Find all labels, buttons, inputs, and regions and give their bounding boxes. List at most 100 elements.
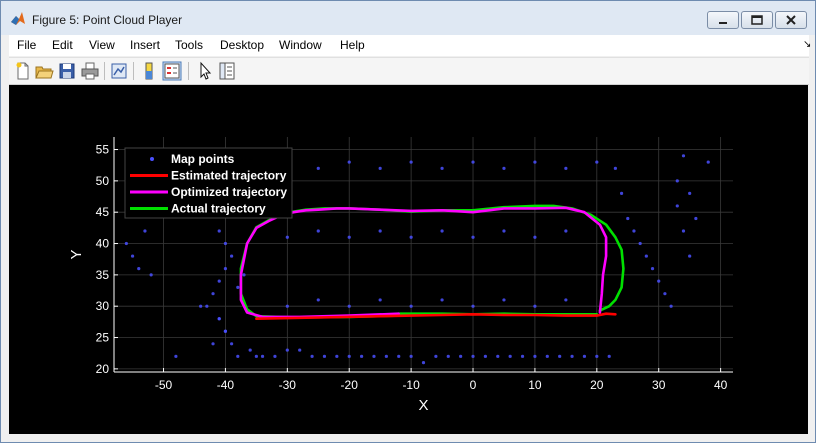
map-point (545, 354, 549, 358)
window-title: Figure 5: Point Cloud Player (32, 13, 183, 27)
maximize-icon (751, 15, 763, 25)
map-point (285, 348, 289, 352)
y-tick-label: 45 (96, 205, 110, 219)
legend[interactable]: Map points Estimated trajectory Optimized … (124, 147, 293, 219)
map-point (322, 354, 327, 358)
legend-entry-label: Estimated trajectory (171, 169, 287, 183)
map-point (230, 342, 234, 346)
map-point (260, 354, 265, 358)
legend-marker (150, 157, 154, 161)
map-point (471, 304, 475, 308)
map-point (199, 304, 203, 308)
open-file-icon[interactable] (34, 61, 54, 81)
save-icon[interactable] (57, 61, 77, 81)
map-point (502, 166, 506, 170)
optimized-trajectory-line (239, 206, 608, 319)
map-point (681, 229, 686, 233)
map-point (558, 354, 562, 358)
menu-help[interactable]: Help (340, 38, 365, 52)
map-point (409, 304, 413, 308)
trajectory-plot[interactable]: -50 -40 -30 -20 -10 0 10 20 30 40 20 25 30 35 40 45 50 55… (9, 85, 808, 434)
colorbar-icon[interactable] (139, 61, 159, 81)
legend-icon[interactable] (162, 61, 182, 81)
menu-insert[interactable]: Insert (130, 38, 160, 52)
x-axis-label: X (418, 397, 428, 414)
map-point (130, 254, 135, 258)
minimize-button[interactable] (707, 11, 739, 29)
menu-window[interactable]: Window (279, 38, 322, 52)
map-point (149, 273, 153, 277)
map-point (446, 354, 450, 358)
map-point (347, 160, 351, 164)
map-point (378, 166, 382, 170)
map-point (675, 179, 679, 183)
figure-toolbar (9, 57, 809, 85)
map-point (137, 267, 141, 271)
map-point (409, 354, 413, 358)
map-point (230, 254, 234, 258)
map-point (619, 191, 624, 195)
property-inspector-icon[interactable] (217, 61, 237, 81)
map-point (205, 304, 209, 308)
map-point (217, 279, 221, 283)
y-axis-label: Y (68, 249, 85, 259)
map-point (397, 354, 401, 358)
x-tick-label: -10 (402, 378, 420, 392)
map-point (681, 154, 686, 158)
map-point (409, 235, 413, 239)
map-point (459, 354, 463, 358)
map-point (508, 354, 512, 358)
x-tick-label: -30 (279, 378, 297, 392)
menu-edit[interactable]: Edit (52, 38, 73, 52)
map-point (669, 304, 673, 308)
map-point (347, 235, 351, 239)
map-point (632, 229, 636, 233)
y-tick-label: 30 (96, 299, 110, 313)
menu-tools[interactable]: Tools (175, 38, 203, 52)
new-figure-icon[interactable] (13, 61, 33, 81)
map-point (564, 229, 568, 233)
x-tick-label: 40 (714, 378, 728, 392)
map-point (564, 166, 568, 170)
map-point (675, 204, 679, 208)
map-point (124, 241, 128, 246)
map-point (502, 298, 506, 302)
map-point (496, 354, 500, 358)
map-point (440, 298, 444, 302)
dock-figure-button[interactable]: ↘ (803, 39, 811, 50)
y-tick-label: 40 (96, 237, 110, 251)
map-point (502, 229, 506, 233)
maximize-button[interactable] (741, 11, 773, 29)
close-button[interactable] (775, 11, 807, 29)
menu-view[interactable]: View (89, 38, 115, 52)
map-point (223, 267, 228, 271)
map-point (533, 354, 537, 358)
menu-file[interactable]: File (17, 38, 36, 52)
title-bar[interactable]: Figure 5: Point Cloud Player (1, 1, 815, 35)
edit-plot-icon[interactable] (195, 61, 215, 81)
figure-canvas[interactable]: -50 -40 -30 -20 -10 0 10 20 30 40 20 25 30 35 40 45 50 55… (9, 85, 808, 434)
map-point (223, 241, 228, 246)
map-point (533, 160, 537, 164)
x-tick-label: 30 (652, 378, 666, 392)
map-point (285, 235, 289, 239)
map-point (471, 160, 475, 164)
legend-entry-label: Optimized trajectory (171, 185, 287, 199)
map-point (650, 267, 655, 271)
map-point (298, 348, 302, 352)
map-point (688, 191, 692, 195)
map-point (644, 254, 648, 258)
map-point (143, 229, 147, 233)
link-plot-icon[interactable] (109, 61, 129, 81)
print-icon[interactable] (80, 61, 100, 81)
map-point (285, 304, 289, 308)
map-point (316, 166, 320, 170)
map-point (217, 229, 221, 233)
map-point (520, 354, 525, 358)
map-point (533, 235, 537, 239)
map-point (663, 292, 667, 296)
map-point (335, 354, 339, 358)
menu-desktop[interactable]: Desktop (220, 38, 264, 52)
x-tick-label: -50 (155, 378, 173, 392)
map-point (706, 160, 710, 164)
